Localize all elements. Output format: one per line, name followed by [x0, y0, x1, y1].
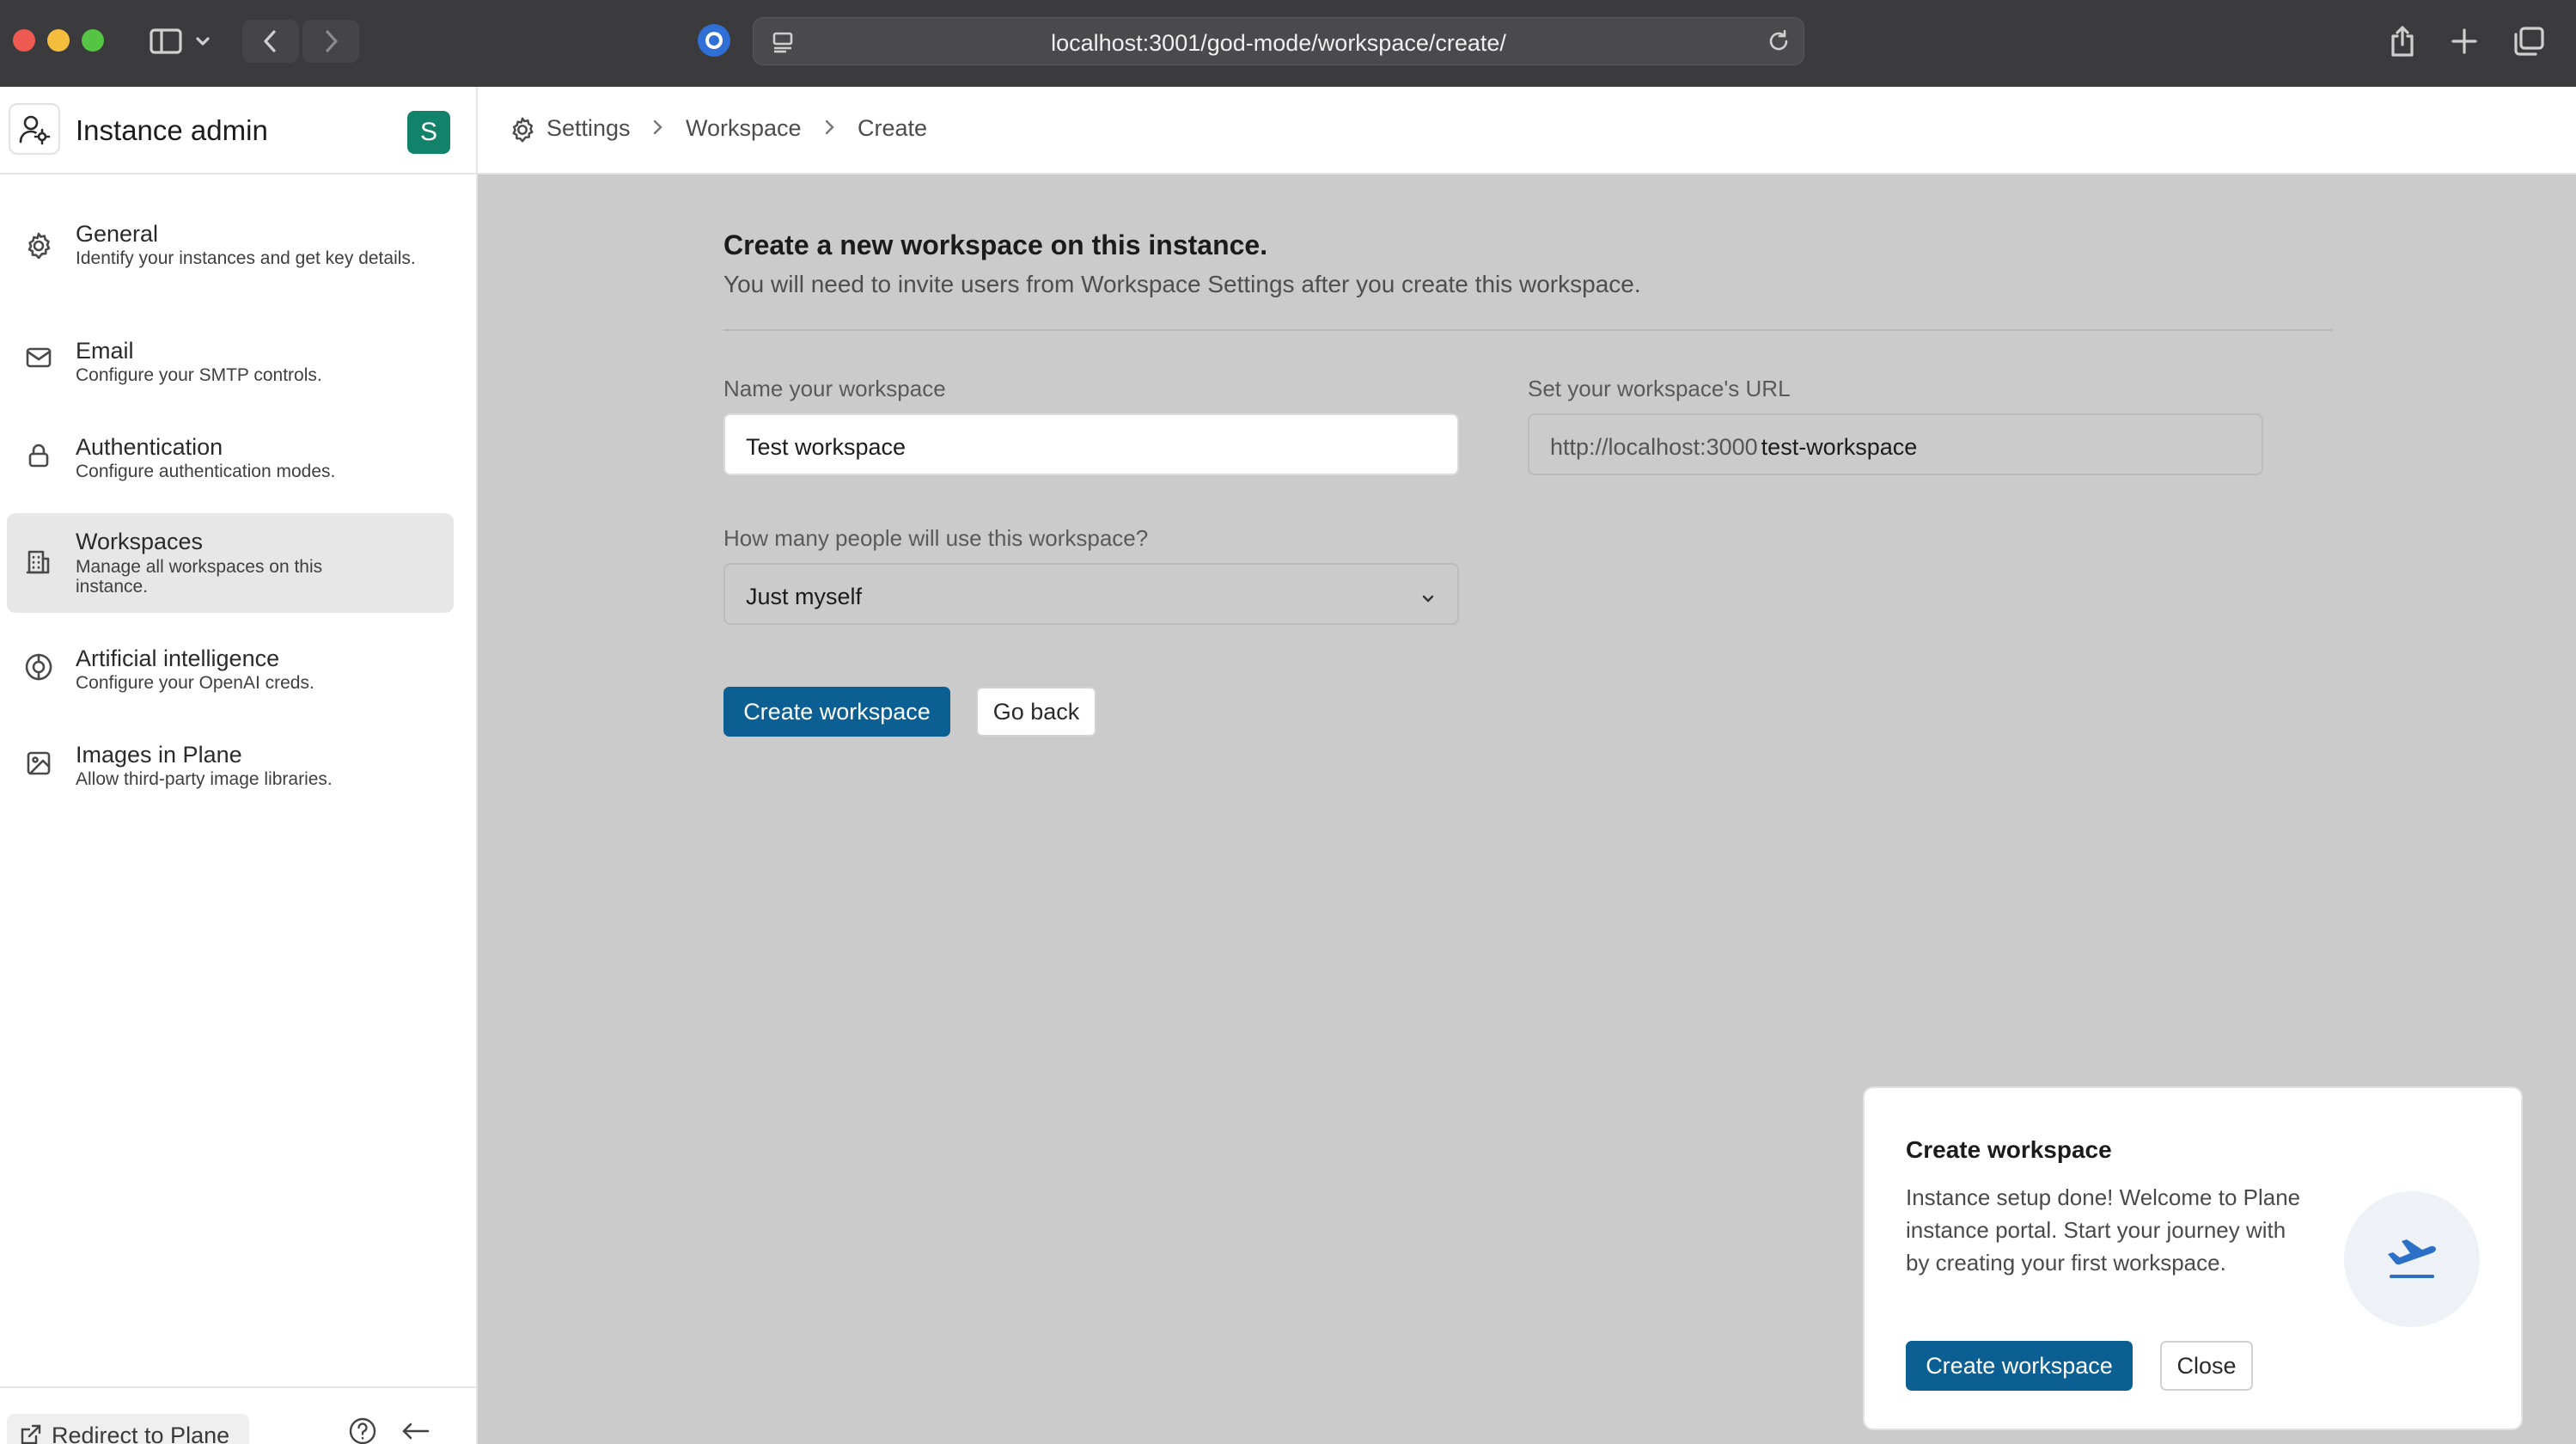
url-prefix: http://localhost:3000: [1550, 434, 1758, 460]
collapse-sidebar-icon[interactable]: [400, 1417, 431, 1444]
sidebar: Instance admin S General Identify your i…: [0, 87, 478, 1444]
building-icon: [24, 548, 53, 577]
toast-body: Instance setup done! Welcome to Plane in…: [1906, 1184, 2301, 1276]
workspace-name-label: Name your workspace: [723, 376, 946, 401]
sidebar-icon: [150, 28, 210, 54]
admin-user-icon: [9, 103, 60, 155]
plus-icon: [2451, 28, 2477, 54]
airplane-icon: [2344, 1191, 2480, 1327]
create-workspace-toast: Create workspace Instance setup done! We…: [1863, 1086, 2523, 1430]
workspace-url-label: Set your workspace's URL: [1528, 376, 1791, 401]
create-workspace-button[interactable]: Create workspace: [723, 687, 950, 737]
sidebar-footer: Redirect to Plane: [0, 1386, 476, 1444]
page-subtitle: You will need to invite users from Works…: [723, 271, 1641, 297]
sidebar-item-artificial-intelligence[interactable]: Artificial intelligence Configure your O…: [7, 637, 454, 706]
lock-icon: [24, 441, 53, 470]
breadcrumb: Settings Workspace Create: [478, 87, 2576, 174]
sidebar-item-desc: Configure authentication modes.: [76, 462, 336, 481]
url-text: localhost:3001/god-mode/workspace/create…: [1051, 30, 1506, 56]
ai-icon: [24, 652, 53, 682]
sidebar-item-desc: Identify your instances and get key deta…: [76, 248, 416, 268]
chevron-left-icon: [264, 30, 276, 52]
sidebar-item-desc: Configure your SMTP controls.: [76, 365, 322, 385]
tab-overview-button[interactable]: [2504, 19, 2554, 64]
help-icon[interactable]: [347, 1416, 378, 1444]
workspace-name-input[interactable]: Test workspace: [723, 413, 1459, 475]
external-link-icon: [19, 1423, 43, 1444]
extension-button[interactable]: [694, 21, 734, 60]
sidebar-item-title: Authentication: [76, 434, 223, 460]
workspace-size-select[interactable]: Just myself: [723, 563, 1459, 625]
page-title: Create a new workspace on this instance.: [723, 229, 1268, 260]
sidebar-item-title: Workspaces: [76, 529, 204, 554]
minimize-window-button[interactable]: [47, 29, 70, 52]
toast-close-button[interactable]: Close: [2160, 1341, 2253, 1391]
breadcrumb-create: Create: [858, 115, 928, 141]
share-icon: [2391, 26, 2414, 57]
avatar[interactable]: S: [407, 111, 450, 154]
breadcrumb-workspace[interactable]: Workspace: [686, 115, 802, 142]
redirect-label: Redirect to Plane: [52, 1423, 230, 1444]
sidebar-item-title: Artificial intelligence: [76, 646, 280, 671]
chevron-down-icon: [1419, 587, 1437, 614]
chevron-right-icon: [326, 30, 338, 52]
tabs-icon: [2514, 27, 2544, 56]
sidebar-item-title: General: [76, 221, 159, 247]
sidebar-item-general[interactable]: General Identify your instances and get …: [7, 204, 454, 290]
sidebar-item-authentication[interactable]: Authentication Configure authentication …: [7, 424, 454, 493]
toast-create-workspace-button[interactable]: Create workspace: [1906, 1341, 2133, 1391]
address-bar[interactable]: localhost:3001/god-mode/workspace/create…: [753, 17, 1804, 65]
sidebar-item-title: Images in Plane: [76, 742, 242, 768]
sidebar-toggle-button[interactable]: [137, 20, 223, 63]
workspace-url-input[interactable]: http://localhost:3000 test-workspace: [1528, 413, 2263, 475]
sidebar-item-desc: Allow third-party image libraries.: [76, 769, 333, 789]
settings-gear-icon: [509, 116, 536, 148]
extension-icon: [698, 24, 730, 57]
url-slug: test-workspace: [1761, 434, 1918, 460]
workspace-size-value: Just myself: [746, 584, 863, 609]
share-button[interactable]: [2380, 19, 2425, 64]
reload-icon[interactable]: [1766, 28, 1792, 58]
chevron-right-icon: [821, 118, 837, 141]
back-button[interactable]: [242, 20, 299, 63]
toast-title: Create workspace: [1906, 1136, 2112, 1163]
go-back-button[interactable]: Go back: [976, 687, 1096, 737]
mail-icon: [24, 343, 53, 372]
sidebar-title: Instance admin: [76, 114, 268, 146]
workspace-size-label: How many people will use this workspace?: [723, 525, 1149, 551]
sidebar-item-email[interactable]: Email Configure your SMTP controls.: [7, 327, 454, 396]
sidebar-item-workspaces[interactable]: Workspaces Manage all workspaces on this…: [7, 513, 454, 613]
breadcrumb-settings[interactable]: Settings: [546, 115, 631, 142]
redirect-to-plane-button[interactable]: Redirect to Plane: [7, 1414, 249, 1444]
chevron-right-icon: [650, 118, 665, 141]
forward-button[interactable]: [302, 20, 359, 63]
divider: [723, 329, 2332, 331]
sidebar-item-title: Email: [76, 338, 134, 364]
sidebar-item-images-in-plane[interactable]: Images in Plane Allow third-party image …: [7, 733, 454, 802]
zoom-window-button[interactable]: [82, 29, 104, 52]
new-tab-button[interactable]: [2442, 19, 2487, 64]
gear-icon: [24, 231, 53, 260]
browser-toolbar: localhost:3001/god-mode/workspace/create…: [0, 0, 2576, 87]
image-icon: [24, 749, 53, 778]
sidebar-item-desc: Manage all workspaces on this instance.: [76, 557, 323, 597]
sidebar-header: Instance admin S: [0, 87, 476, 174]
sidebar-item-desc: Configure your OpenAI creds.: [76, 673, 314, 693]
close-window-button[interactable]: [13, 29, 35, 52]
